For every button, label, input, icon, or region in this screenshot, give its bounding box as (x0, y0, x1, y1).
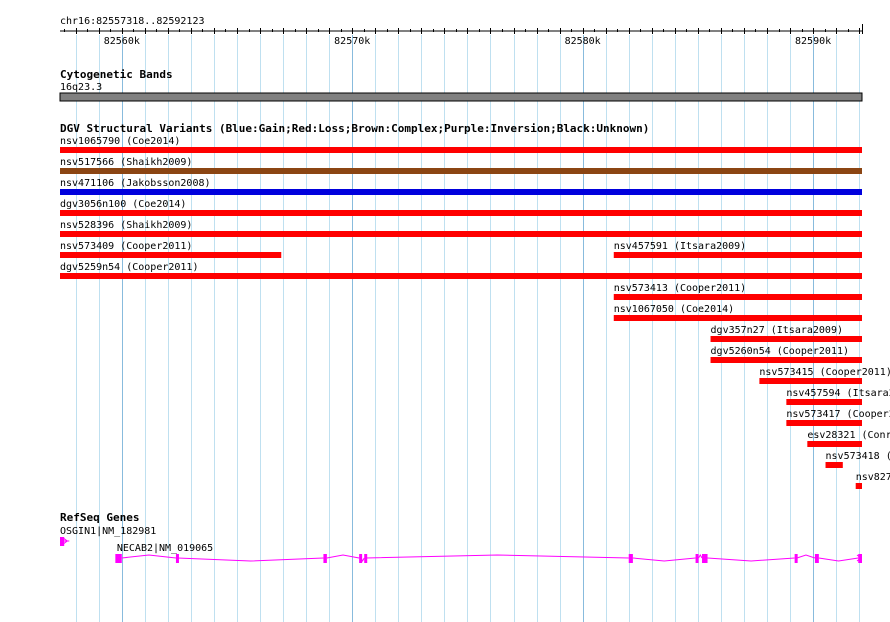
gene-exon[interactable] (60, 537, 65, 546)
gene-exon[interactable] (858, 554, 862, 563)
gene-intron-line (796, 554, 816, 559)
dgv-feature-label: nsv528396 (Shaikh2009) (60, 220, 192, 231)
dgv-feature-bar[interactable] (807, 441, 862, 447)
gene-exon[interactable] (115, 554, 122, 563)
dgv-feature-label: dgv357n27 (Itsara2009) (711, 325, 843, 336)
dgv-feature-label: nsv1065790 (Coe2014) (60, 136, 180, 147)
gene-exon[interactable] (364, 554, 368, 563)
dgv-feature[interactable]: nsv1065790 (Coe2014) (60, 136, 862, 153)
cytoband-track[interactable]: Cytogenetic Bands 16q23.3 (59, 68, 863, 102)
gene-intron-line (326, 554, 360, 559)
dgv-feature-label: esv28321 (Conrad2009) (807, 430, 890, 441)
ruler-location: chr16:82557318..82592123 (60, 16, 205, 27)
dgv-feature-label: dgv3056n100 (Coe2014) (60, 199, 186, 210)
gene-intron-line (177, 557, 324, 562)
dgv-feature[interactable]: dgv357n27 (Itsara2009) (710, 325, 862, 342)
gene-exon[interactable] (323, 554, 327, 563)
dgv-feature-label: nsv457591 (Itsara2009) (614, 241, 746, 252)
dgv-track: DGV Structural Variants (Blue:Gain;Red:L… (60, 122, 890, 489)
dgv-feature-label: nsv573417 (Cooper2011) (786, 409, 890, 420)
dgv-feature-bar[interactable] (613, 315, 862, 321)
dgv-feature-label: dgv5260n54 (Cooper2011) (711, 346, 849, 357)
dgv-track-title: DGV Structural Variants (Blue:Gain;Red:L… (60, 122, 649, 135)
dgv-features: nsv1065790 (Coe2014) nsv517566 (Shaikh200… (60, 136, 890, 489)
dgv-feature-label: nsv573413 (Cooper2011) (614, 283, 746, 294)
ruler-tick-label: 82560k (104, 36, 140, 47)
dgv-feature[interactable]: nsv517566 (Shaikh2009) (60, 157, 862, 174)
gene-intron-line (818, 557, 859, 562)
refseq-track: RefSeq Genes OSGIN1|NM_182981 NECAB2|NM_0… (60, 511, 862, 563)
dgv-feature-bar[interactable] (60, 273, 862, 279)
dgv-feature-bar[interactable] (60, 168, 862, 174)
refseq-genes: OSGIN1|NM_182981 NECAB2|NM_019065 (60, 526, 862, 563)
gene-intron-line (707, 557, 795, 562)
ruler-ticks: 82560k 82570k 82580k 82590k (64, 24, 863, 47)
dgv-feature-bar[interactable] (60, 231, 862, 237)
dgv-feature-bar[interactable] (710, 336, 862, 342)
dgv-feature[interactable]: nsv573418 (Cooper2011) (825, 451, 890, 468)
gene-exon[interactable] (628, 554, 633, 563)
dgv-feature-label: nsv573415 (Cooper2011) (759, 367, 890, 378)
dgv-feature-label: nsv1067050 (Coe2014) (614, 304, 734, 315)
dgv-feature[interactable]: esv28321 (Conrad2009) (807, 430, 890, 447)
dgv-feature[interactable]: dgv5259n54 (Cooper2011) (60, 262, 862, 279)
ruler-tick-label: 82590k (795, 36, 831, 47)
dgv-feature-label: nsv573409 (Cooper2011) (60, 241, 192, 252)
dgv-feature-bar[interactable] (855, 483, 862, 489)
dgv-feature[interactable]: nsv573413 (Cooper2011) (613, 283, 862, 300)
cytoband-bar[interactable] (59, 92, 863, 102)
gene-intron-line (366, 554, 629, 559)
dgv-feature-bar[interactable] (786, 399, 862, 405)
dgv-feature-bar[interactable] (759, 378, 862, 384)
gene-exon[interactable] (814, 554, 819, 563)
refseq-gene-label: OSGIN1|NM_182981 (60, 526, 156, 537)
dgv-feature-bar[interactable] (613, 252, 862, 258)
genome-browser-view: chr16:82557318..82592123 82560k 82570k 825… (0, 0, 890, 622)
dgv-feature[interactable]: nsv827 (855, 472, 890, 489)
dgv-feature-bar[interactable] (613, 294, 862, 300)
dgv-feature-label: nsv457594 (Itsara2009) (786, 388, 890, 399)
dgv-feature[interactable]: nsv471106 (Jakobsson2008) (60, 178, 862, 195)
dgv-feature[interactable]: nsv457591 (Itsara2009) (613, 241, 862, 258)
refseq-gene[interactable]: NECAB2|NM_019065 (115, 543, 862, 563)
refseq-track-title: RefSeq Genes (60, 511, 139, 524)
cytoband-label: 16q23.3 (60, 82, 102, 93)
dgv-feature-label: nsv517566 (Shaikh2009) (60, 157, 192, 168)
dgv-feature[interactable]: nsv528396 (Shaikh2009) (60, 220, 862, 237)
ruler-tick-label: 82570k (334, 36, 370, 47)
dgv-feature[interactable]: nsv457594 (Itsara2009) (786, 388, 890, 405)
dgv-feature[interactable]: nsv1067050 (Coe2014) (613, 304, 862, 321)
gene-intron-line (698, 553, 703, 559)
gene-exon[interactable] (794, 554, 798, 563)
gene-exon[interactable] (175, 554, 179, 563)
dgv-feature-label: nsv573418 (Cooper2011) (826, 451, 890, 462)
gene-intron-line (121, 554, 177, 559)
dgv-feature[interactable]: dgv3056n100 (Coe2014) (60, 199, 862, 216)
gene-exon[interactable] (359, 554, 363, 563)
dgv-feature-label: dgv5259n54 (Cooper2011) (60, 262, 198, 273)
dgv-feature-label: nsv827 (856, 472, 890, 483)
cytoband-track-title: Cytogenetic Bands (60, 68, 173, 81)
refseq-gene-label: NECAB2|NM_019065 (117, 543, 213, 554)
genome-tracks-canvas: chr16:82557318..82592123 82560k 82570k 825… (59, 16, 890, 622)
ruler-tick-label: 82580k (565, 36, 601, 47)
dgv-feature[interactable]: nsv573409 (Cooper2011) (60, 241, 282, 258)
dgv-feature-bar[interactable] (60, 210, 862, 216)
dgv-feature-label: nsv471106 (Jakobsson2008) (60, 178, 211, 189)
gene-intron-line (632, 557, 696, 562)
dgv-feature[interactable]: nsv573417 (Cooper2011) (786, 409, 890, 426)
position-ruler[interactable]: chr16:82557318..82592123 82560k 82570k 825… (60, 16, 863, 47)
dgv-feature-bar[interactable] (710, 357, 862, 363)
dgv-feature[interactable]: dgv5260n54 (Cooper2011) (710, 346, 862, 363)
dgv-feature-bar[interactable] (60, 147, 862, 153)
dgv-feature-bar[interactable] (786, 420, 862, 426)
gene-exon[interactable] (702, 554, 708, 563)
gene-exon[interactable] (695, 554, 699, 563)
dgv-feature-bar[interactable] (60, 252, 282, 258)
dgv-feature-bar[interactable] (60, 189, 862, 195)
dgv-feature-bar[interactable] (825, 462, 843, 468)
dgv-feature[interactable]: nsv573415 (Cooper2011) (759, 367, 890, 384)
